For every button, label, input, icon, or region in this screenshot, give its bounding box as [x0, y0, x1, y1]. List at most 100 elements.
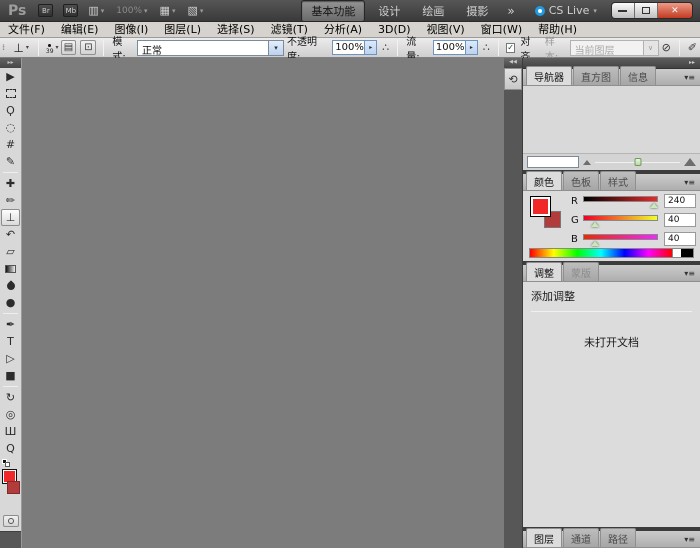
move-tool[interactable]: ▶ — [0, 68, 21, 85]
workspace-design[interactable]: 设计 — [369, 1, 409, 21]
brush-tool[interactable]: ✏ — [0, 192, 21, 209]
rectangular-marquee-tool[interactable] — [0, 85, 21, 102]
tab-color[interactable]: 颜色 — [526, 171, 562, 190]
ignore-adjustment-layers-icon[interactable]: ⊘ — [659, 41, 674, 54]
menu-layer[interactable]: 图层(L) — [156, 22, 209, 37]
screen-mode-button[interactable]: ▧ ▾ — [187, 4, 203, 17]
brush-preset-picker[interactable]: 39 — [44, 41, 56, 54]
r-value-input[interactable]: 240 — [664, 194, 696, 208]
3d-orbit-tool[interactable]: ◎ — [0, 406, 21, 423]
flow-spinner[interactable]: ▸ — [466, 40, 478, 55]
zoom-out-icon[interactable] — [583, 160, 591, 165]
path-selection-tool[interactable]: ▷ — [0, 350, 21, 367]
cs-live-button[interactable]: CS Live ▾ — [535, 4, 597, 17]
tab-histogram[interactable]: 直方图 — [573, 66, 619, 85]
spot-healing-brush-tool[interactable]: ✚ — [0, 175, 21, 192]
zoom-in-icon[interactable] — [684, 158, 696, 166]
history-brush-tool[interactable]: ↶ — [0, 226, 21, 243]
blend-mode-select[interactable]: 正常 ▾ — [137, 40, 284, 56]
tool-preset-picker[interactable]: ⊥ ▾ — [9, 41, 32, 55]
zoom-level-button[interactable]: 100% ▾ — [116, 6, 147, 16]
spectrum-gradient[interactable] — [530, 249, 672, 257]
navigator-zoom-slider[interactable] — [595, 157, 680, 167]
toolbar-collapse-button[interactable]: ▸▸ — [0, 58, 21, 68]
airbrush-toggle-icon[interactable]: ∴ — [480, 41, 493, 54]
slider-thumb[interactable] — [634, 158, 641, 166]
menu-select[interactable]: 选择(S) — [209, 22, 263, 37]
canvas-area[interactable] — [22, 58, 504, 548]
panel-menu-icon[interactable]: ▾≡ — [684, 269, 700, 278]
tab-layers[interactable]: 图层 — [526, 528, 562, 547]
tab-navigator[interactable]: 导航器 — [526, 66, 572, 85]
b-slider[interactable] — [583, 232, 658, 246]
quick-mask-button[interactable] — [3, 515, 19, 527]
panel-menu-icon[interactable]: ▾≡ — [684, 73, 700, 82]
panel-menu-icon[interactable]: ▾≡ — [684, 535, 700, 544]
g-slider[interactable] — [583, 213, 658, 227]
sample-select[interactable]: 当前图层 ∨ — [570, 40, 659, 56]
navigator-zoom-input[interactable] — [527, 156, 579, 168]
restore-button[interactable] — [635, 3, 658, 18]
opacity-input[interactable]: 100% — [332, 40, 365, 55]
close-button[interactable]: ✕ — [658, 3, 692, 18]
workspace-essentials[interactable]: 基本功能 — [301, 0, 365, 22]
tab-channels[interactable]: 通道 — [563, 528, 599, 547]
slider-thumb[interactable] — [591, 222, 599, 227]
aligned-checkbox[interactable]: ✓ — [506, 43, 515, 53]
arrange-documents-button[interactable]: ▦ ▾ — [160, 4, 176, 17]
slider-thumb[interactable] — [650, 203, 658, 208]
workspace-photography[interactable]: 摄影 — [457, 1, 497, 21]
tab-masks[interactable]: 蒙版 — [563, 262, 599, 281]
tab-swatches[interactable]: 色板 — [563, 171, 599, 190]
toggle-brush-panel-button[interactable]: ▤ — [61, 40, 77, 55]
blur-tool[interactable] — [0, 277, 21, 294]
options-grip[interactable]: ⁞⁞ — [2, 43, 9, 52]
type-tool[interactable]: T — [0, 333, 21, 350]
default-colors-icon[interactable] — [2, 459, 11, 467]
toggle-clone-source-button[interactable]: ⊡ — [80, 40, 96, 55]
panel-menu-icon[interactable]: ▾≡ — [684, 178, 700, 187]
opacity-spinner[interactable]: ▸ — [365, 40, 377, 55]
guides-grid-button[interactable]: ▥ ▾ — [88, 4, 104, 17]
spectrum-black[interactable] — [681, 249, 693, 257]
flow-input[interactable]: 100% — [433, 40, 466, 55]
history-panel-button[interactable]: ⟲ — [504, 68, 522, 90]
chevron-down-icon: ▾ — [101, 7, 105, 15]
menu-file[interactable]: 文件(F) — [0, 22, 53, 37]
gradient-tool[interactable] — [0, 260, 21, 277]
b-value-input[interactable]: 40 — [664, 232, 696, 246]
panel-foreground-swatch[interactable] — [530, 196, 551, 217]
eraser-tool[interactable]: ▱ — [0, 243, 21, 260]
g-value-input[interactable]: 40 — [664, 213, 696, 227]
mini-bridge-icon[interactable]: Mb — [63, 4, 78, 17]
eyedropper-tool[interactable]: ✎ — [0, 153, 21, 170]
pen-tool[interactable]: ✒ — [0, 316, 21, 333]
workspace-more-button[interactable]: » — [501, 4, 520, 18]
tab-paths[interactable]: 路径 — [600, 528, 636, 547]
tab-info[interactable]: 信息 — [620, 66, 656, 85]
zoom-tool[interactable]: Q — [0, 440, 21, 457]
hand-tool[interactable]: Ш — [0, 423, 21, 440]
clone-stamp-tool[interactable]: ⊥ — [1, 209, 20, 226]
minimize-button[interactable] — [612, 3, 635, 18]
tab-styles[interactable]: 样式 — [600, 171, 636, 190]
dodge-tool[interactable]: ● — [0, 294, 21, 311]
airbrush-opacity-icon[interactable]: ∴ — [379, 41, 392, 54]
color-spectrum-ramp[interactable] — [529, 248, 694, 258]
bridge-icon[interactable]: Br — [38, 4, 53, 17]
strip-expand-button[interactable]: ◀◀ — [504, 58, 522, 68]
3d-rotate-tool[interactable]: ↻ — [0, 389, 21, 406]
slider-thumb[interactable] — [591, 241, 599, 246]
tab-adjustments[interactable]: 调整 — [526, 262, 562, 281]
divider — [498, 40, 499, 56]
workspace-painting[interactable]: 绘画 — [413, 1, 453, 21]
r-slider[interactable] — [583, 194, 658, 208]
background-color-swatch[interactable] — [7, 481, 20, 494]
quick-selection-tool[interactable]: ◌ — [0, 119, 21, 136]
lasso-tool[interactable]: Ϙ — [0, 102, 21, 119]
menu-edit[interactable]: 编辑(E) — [53, 22, 107, 37]
crop-tool[interactable]: # — [0, 136, 21, 153]
tablet-pressure-icon[interactable]: ✐ — [685, 41, 700, 54]
spectrum-white[interactable] — [672, 249, 681, 257]
rectangle-tool[interactable]: ■ — [0, 367, 21, 384]
